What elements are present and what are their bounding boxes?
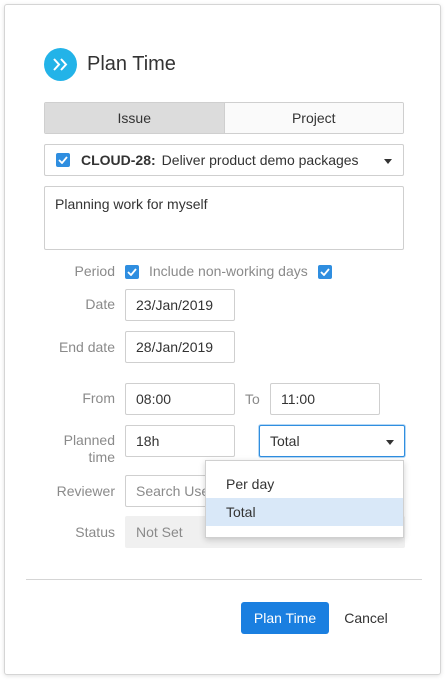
to-input[interactable]: 11:00	[270, 383, 380, 415]
planned-time-mode-dropdown: Per day Total	[205, 460, 404, 538]
issue-select[interactable]: CLOUD-28: Deliver product demo packages	[44, 144, 404, 176]
plan-time-dialog: Plan Time Issue Project CLOUD-28: Delive…	[4, 4, 441, 675]
end-date-input[interactable]: 28/Jan/2019	[125, 331, 235, 363]
reviewer-search-input[interactable]: Search Use	[125, 475, 215, 507]
planned-time-label: Planned time	[45, 432, 115, 466]
footer-divider	[26, 579, 422, 580]
status-value: Not Set	[136, 524, 183, 540]
check-icon	[58, 156, 68, 164]
tab-issue[interactable]: Issue	[45, 103, 225, 133]
planned-time-input[interactable]: 18h	[125, 425, 235, 457]
plan-time-button[interactable]: Plan Time	[241, 602, 329, 634]
period-checkbox[interactable]	[125, 265, 139, 279]
from-input[interactable]: 08:00	[125, 383, 235, 415]
end-date-label: End date	[58, 339, 115, 355]
to-label: To	[245, 391, 260, 407]
check-icon	[127, 268, 137, 276]
option-total[interactable]: Total	[206, 498, 403, 526]
date-label: Date	[85, 296, 115, 312]
planned-time-mode-value: Total	[270, 433, 300, 449]
planned-time-label-line1: Planned	[63, 432, 115, 448]
issue-checkbox[interactable]	[56, 153, 70, 167]
chevron-down-icon	[384, 159, 392, 164]
planned-time-label-line2: time	[88, 449, 115, 465]
planned-time-mode-select[interactable]: Total	[259, 425, 405, 457]
double-chevron-right-icon	[44, 48, 77, 81]
tab-project[interactable]: Project	[224, 103, 403, 133]
check-icon	[320, 268, 330, 276]
period-label: Period	[74, 263, 115, 279]
reviewer-placeholder: Search Use	[136, 483, 210, 499]
include-nonworking-checkbox[interactable]	[318, 265, 332, 279]
cancel-button[interactable]: Cancel	[341, 602, 391, 634]
issue-summary: Deliver product demo packages	[161, 152, 359, 168]
dialog-title: Plan Time	[87, 53, 176, 75]
option-per-day[interactable]: Per day	[206, 470, 403, 498]
description-textarea[interactable]	[44, 186, 404, 250]
reviewer-label: Reviewer	[56, 483, 115, 499]
status-label: Status	[75, 524, 115, 540]
scope-segmented-control: Issue Project	[44, 102, 404, 134]
date-input[interactable]: 23/Jan/2019	[125, 289, 235, 321]
issue-key: CLOUD-28:	[81, 152, 156, 168]
include-nonworking-label: Include non-working days	[149, 263, 308, 279]
chevron-down-icon	[386, 440, 394, 445]
from-label: From	[82, 390, 115, 406]
